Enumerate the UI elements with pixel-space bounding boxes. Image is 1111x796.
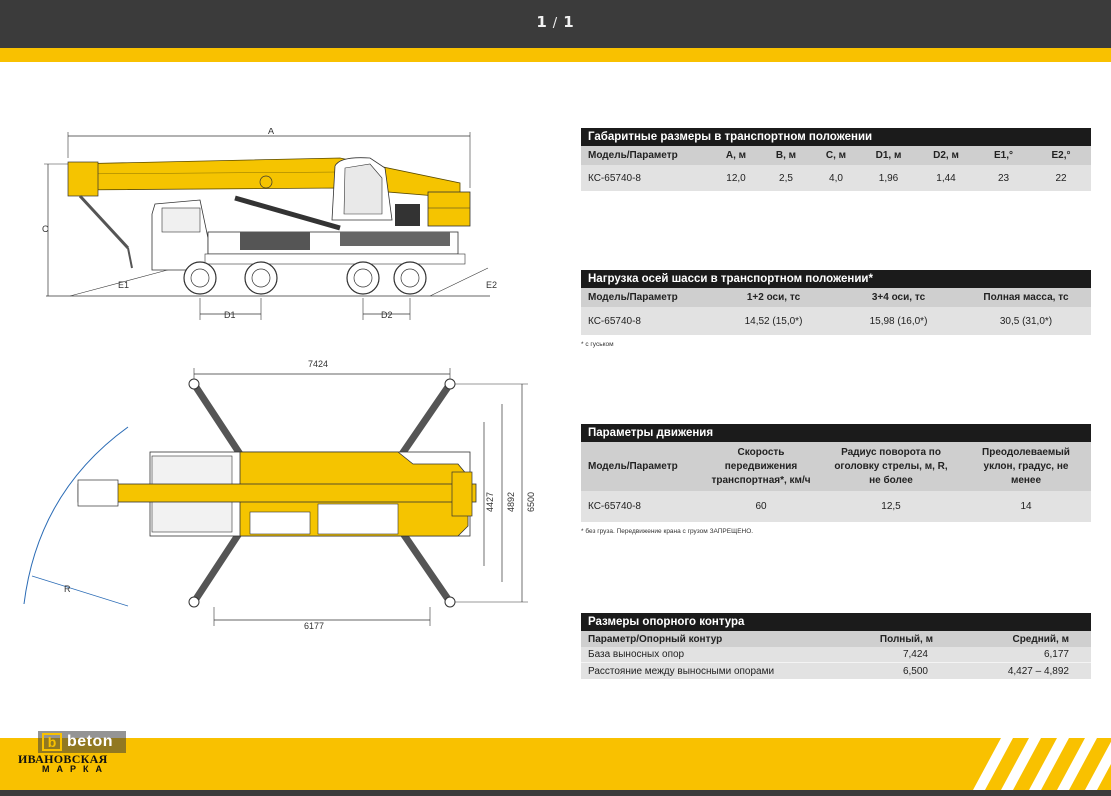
footer-dark-line xyxy=(0,790,1111,796)
header-cell: E1,° xyxy=(993,150,1013,161)
header-cell: Модель/Параметр xyxy=(588,461,678,472)
table-cell: 4,427 – 4,892 xyxy=(1007,665,1069,677)
header-cell: 1+2 оси, тс xyxy=(746,292,801,303)
table-cell: 15,98 (16,0*) xyxy=(869,315,928,327)
table-support-title: Размеры опорного контура xyxy=(581,613,1091,631)
crane-side-view: A C E1 E2 D1 D2 xyxy=(42,128,497,320)
dim-d1-label: D1 xyxy=(224,310,236,320)
table-cell: Расстояние между выносными опорами xyxy=(588,665,775,677)
table-cell: 23 xyxy=(997,172,1010,184)
table-cell: КС-65740-8 xyxy=(588,315,641,327)
header-cell: В, м xyxy=(775,150,797,161)
table-motion-note: * без груза. Передвижение крана с грузом… xyxy=(581,528,754,535)
table-row: Расстояние между выносными опорами 6,500… xyxy=(581,663,1091,679)
viewer-toolbar: 1 / 1 xyxy=(0,0,1111,48)
logo-brand-line2: МАРКА xyxy=(42,764,109,774)
table-cell: 30,5 (31,0*) xyxy=(999,315,1053,327)
table-axle-load-title: Нагрузка осей шасси в транспортном полож… xyxy=(581,270,1091,288)
header-cell: Параметр/Опорный контур xyxy=(588,633,723,645)
table-motion: Параметры движения Модель/Параметр Скоро… xyxy=(581,424,1091,522)
footer-band xyxy=(0,738,1111,790)
table-axle-load: Нагрузка осей шасси в транспортном полож… xyxy=(581,270,1091,335)
crane-top-view: 7424 6177 6500 4892 4427 R xyxy=(23,359,536,631)
dim-6500-label: 6500 xyxy=(526,492,536,512)
table-cell: 14 xyxy=(1020,501,1032,512)
dim-4892-label: 4892 xyxy=(506,492,516,512)
dim-e1-label: E1 xyxy=(118,280,129,290)
header-cell: Скорость передвижения транспортная*, км/… xyxy=(711,446,811,486)
table-cell: 6,177 xyxy=(1043,649,1069,660)
table-cell: 22 xyxy=(1055,172,1067,184)
top-accent-stripe xyxy=(0,48,1111,62)
table-support-header: Параметр/Опорный контур Полный, м Средни… xyxy=(581,631,1091,647)
table-cell: 7,424 xyxy=(902,649,928,660)
header-cell: Радиус поворота по оголовку стрелы, м, R… xyxy=(834,446,948,486)
header-cell: Средний, м xyxy=(1012,633,1069,645)
table-cell: 1,96 xyxy=(878,172,899,184)
table-row: КС-65740-8 12,0 2,5 4,0 1,96 1,44 23 22 xyxy=(581,165,1091,191)
header-cell: А, м xyxy=(725,150,747,161)
table-support: Размеры опорного контура Параметр/Опорны… xyxy=(581,613,1091,679)
table-cell: КС-65740-8 xyxy=(588,172,641,184)
table-motion-header: Модель/Параметр Скорость передвижения тр… xyxy=(581,442,1091,491)
table-dimensions-header: Модель/Параметр А, м В, м С, м D1, м D2,… xyxy=(581,146,1091,165)
dim-7424-label: 7424 xyxy=(308,359,328,369)
table-cell: 12,5 xyxy=(881,501,901,512)
table-motion-title: Параметры движения xyxy=(581,424,1091,442)
table-row: КС-65740-8 14,52 (15,0*) 15,98 (16,0*) 3… xyxy=(581,307,1091,335)
header-cell: Преодолеваемый уклон, градус, не менее xyxy=(982,446,1070,486)
header-cell: Модель/Параметр xyxy=(588,150,678,161)
table-dimensions-title: Габаритные размеры в транспортном положе… xyxy=(581,128,1091,146)
header-cell: D1, м xyxy=(875,150,902,161)
dim-4427-label: 4427 xyxy=(485,492,495,512)
logo-badge-text: beton xyxy=(67,733,114,750)
table-cell: 1,44 xyxy=(936,172,956,184)
header-cell: 3+4 оси, тс xyxy=(871,292,926,303)
table-cell: 12,0 xyxy=(726,172,746,184)
header-cell: Полный, м xyxy=(879,633,933,645)
dim-radius-label: R xyxy=(64,584,71,594)
table-cell: КС-65740-8 xyxy=(588,501,641,512)
page-current: 1 xyxy=(536,13,548,31)
table-dimensions: Габаритные размеры в транспортном положе… xyxy=(581,128,1091,191)
page-indicator: 1 / 1 xyxy=(0,13,1111,31)
dim-c-label: C xyxy=(42,224,49,234)
header-cell: E2,° xyxy=(1051,150,1071,161)
dim-d2-label: D2 xyxy=(381,310,393,320)
table-cell: 60 xyxy=(755,501,767,512)
table-row: КС-65740-8 60 12,5 14 xyxy=(581,491,1091,522)
table-row: База выносных опор 7,424 6,177 xyxy=(581,647,1091,663)
header-cell: D2, м xyxy=(933,150,959,161)
header-cell: Модель/Параметр xyxy=(588,292,678,303)
dim-a-label: A xyxy=(268,128,274,136)
logo-b-icon: b xyxy=(42,733,62,751)
dim-e2-label: E2 xyxy=(486,280,497,290)
header-cell: С, м xyxy=(825,150,847,161)
footer-hatch-pattern xyxy=(973,738,1111,790)
header-cell: Полная масса, тс xyxy=(983,292,1069,303)
table-axle-load-header: Модель/Параметр 1+2 оси, тс 3+4 оси, тс … xyxy=(581,288,1091,307)
table-cell: База выносных опор xyxy=(588,649,685,660)
table-axle-load-note: * с гуськом xyxy=(581,341,614,348)
dim-6177-label: 6177 xyxy=(304,621,324,631)
table-cell: 6,500 xyxy=(902,665,928,677)
table-cell: 14,52 (15,0*) xyxy=(744,315,803,327)
table-cell: 2,5 xyxy=(779,172,793,184)
page-separator: / xyxy=(552,16,559,31)
table-cell: 4,0 xyxy=(829,172,843,184)
page-total: 1 xyxy=(563,13,575,31)
